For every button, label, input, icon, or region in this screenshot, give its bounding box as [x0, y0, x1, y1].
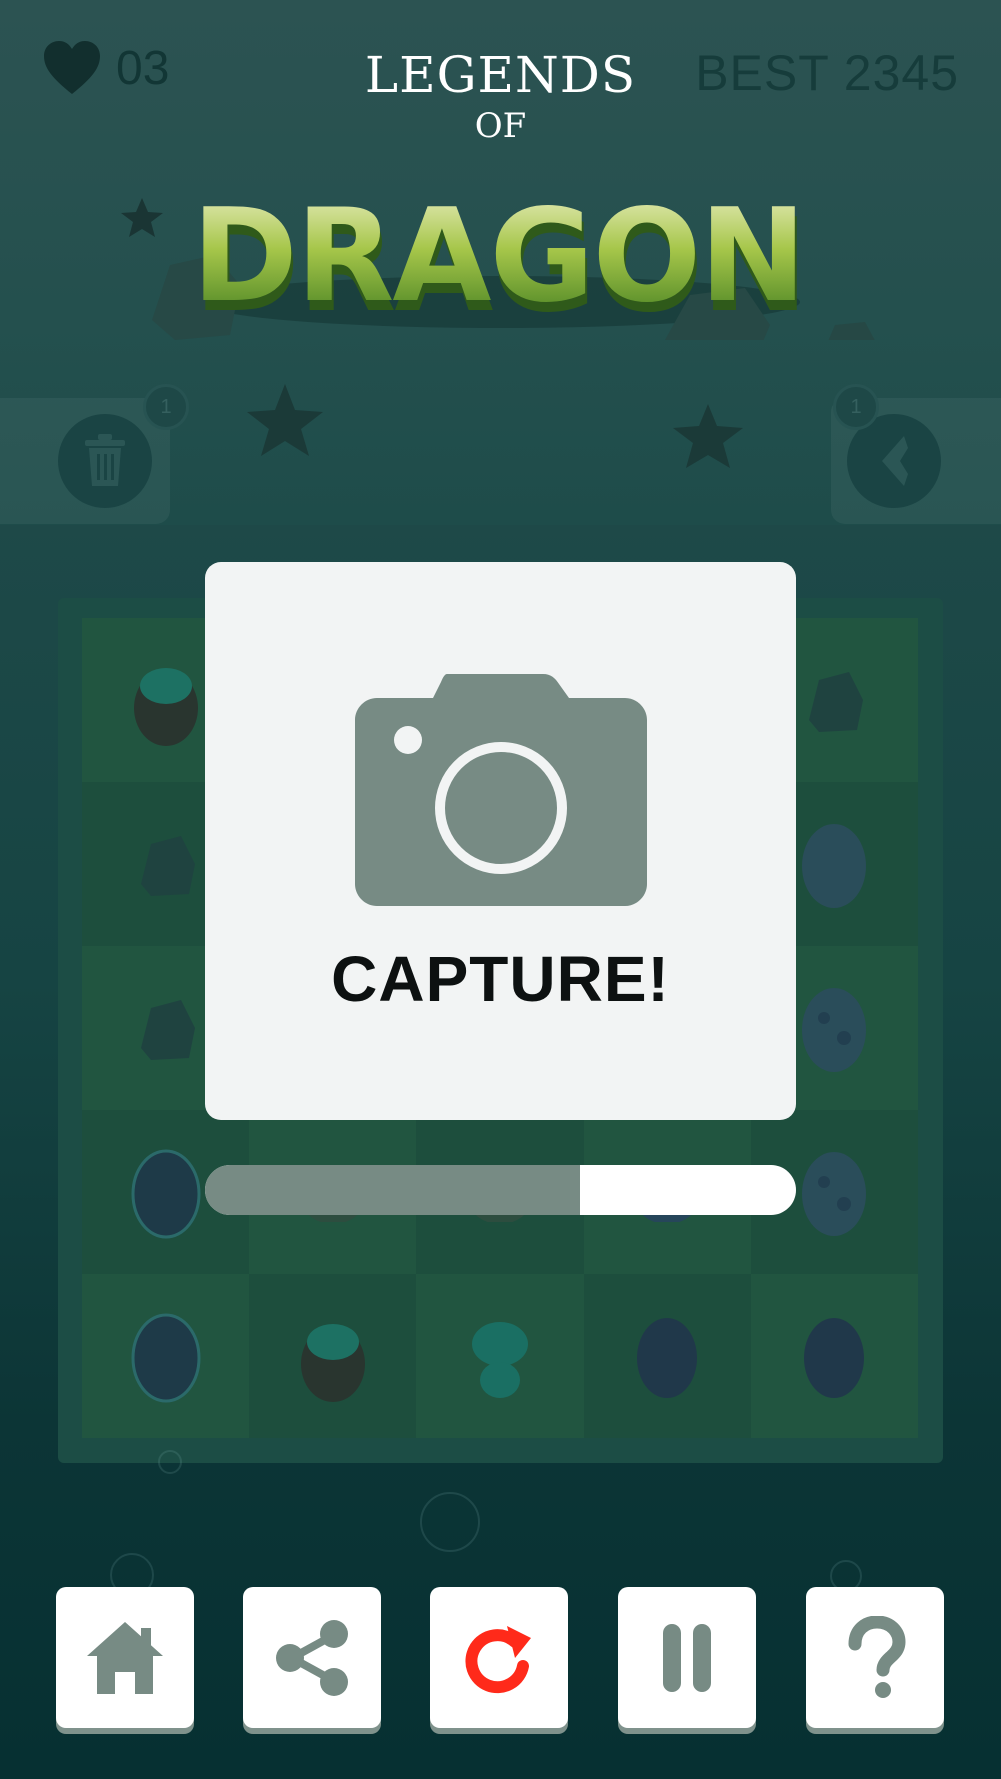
capture-progress-bar	[205, 1165, 796, 1215]
hatchling-egg-icon	[300, 1324, 365, 1402]
trash-button-circle	[58, 414, 152, 508]
dark-egg-icon	[131, 1313, 201, 1403]
rock-icon	[140, 1000, 195, 1060]
capture-progress-fill	[205, 1165, 581, 1215]
board-cell[interactable]	[249, 1274, 417, 1438]
camera-icon	[355, 674, 647, 906]
board-cell[interactable]	[416, 1274, 584, 1438]
back-button[interactable]: 1	[831, 384, 1001, 524]
capture-title: CAPTURE!	[331, 943, 670, 1015]
rock-icon	[140, 836, 195, 896]
share-icon	[276, 1619, 348, 1696]
swirl-egg-icon	[637, 1318, 698, 1398]
restart-button[interactable]	[430, 1587, 568, 1728]
logo-of-text: OF	[474, 106, 527, 146]
board-cell[interactable]	[750, 1274, 918, 1438]
baby-dragon-icon	[471, 1322, 528, 1398]
bottom-toolbar	[56, 1587, 946, 1733]
spotted-egg-icon	[802, 988, 867, 1072]
capture-dialog: CAPTURE!	[205, 562, 796, 1120]
bubble-decoration	[158, 1450, 182, 1474]
board-cell[interactable]	[583, 1274, 751, 1438]
game-logo: DRAGON DRAGON LEGENDS OF	[0, 40, 1001, 340]
trash-button[interactable]: 1	[0, 384, 189, 524]
logo-legends-text: LEGENDS	[364, 46, 637, 104]
share-button[interactable]	[243, 1587, 381, 1728]
home-button[interactable]	[56, 1587, 194, 1728]
board-cell[interactable]	[82, 1274, 250, 1438]
restart-icon	[465, 1625, 531, 1693]
starfish-icon	[247, 384, 323, 456]
dark-egg-icon	[131, 1149, 201, 1239]
bubble-decoration	[420, 1492, 480, 1552]
back-arrow-icon	[882, 436, 908, 486]
swirl-egg-icon	[804, 1318, 865, 1398]
rock-icon	[809, 672, 864, 732]
back-count-badge: 1	[833, 384, 879, 430]
help-icon	[848, 1615, 906, 1698]
hatchling-egg-icon	[133, 668, 198, 746]
pause-icon	[663, 1623, 711, 1692]
trash-icon	[85, 434, 125, 486]
trash-count-badge: 1	[143, 384, 189, 430]
home-icon	[87, 1621, 163, 1694]
spotted-egg-icon	[802, 1152, 867, 1236]
starfish-icon	[673, 404, 743, 468]
help-button[interactable]	[806, 1587, 944, 1728]
egg-icon	[802, 824, 867, 908]
logo-dragon-text: DRAGON	[192, 182, 805, 331]
pause-button[interactable]	[618, 1587, 756, 1728]
